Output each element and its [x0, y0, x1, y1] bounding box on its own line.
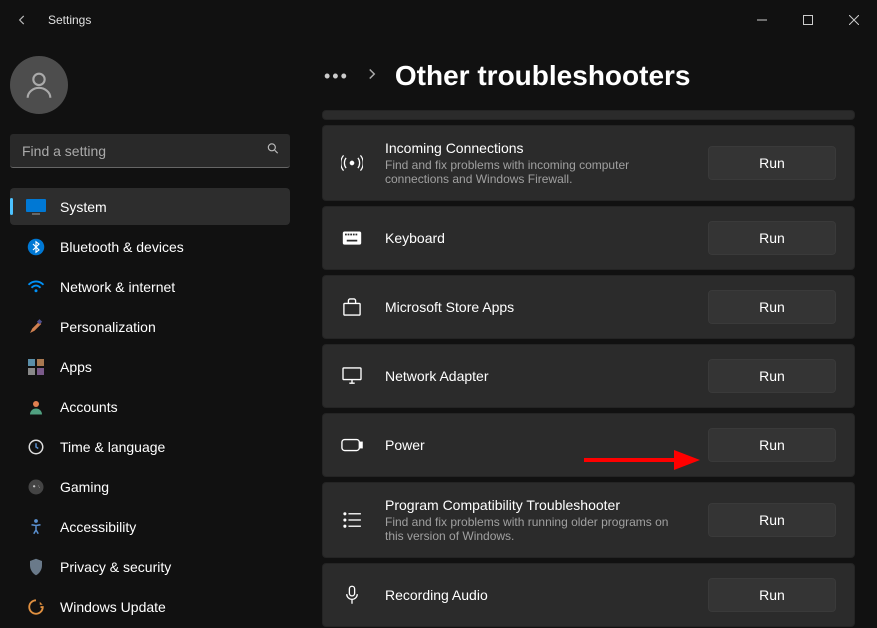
- sidebar-item-label: Apps: [60, 359, 92, 375]
- troubleshooter-title: Power: [385, 437, 708, 453]
- sidebar-item-system[interactable]: System: [10, 188, 290, 225]
- troubleshooter-desc: Find and fix problems with incoming comp…: [385, 158, 685, 186]
- sidebar-item-time[interactable]: Time & language: [10, 428, 290, 465]
- app-title: Settings: [48, 13, 91, 27]
- troubleshooter-store-apps: Microsoft Store Apps Run: [322, 275, 855, 339]
- page-title: Other troubleshooters: [395, 60, 691, 92]
- troubleshooter-program-compat: Program Compatibility Troubleshooter Fin…: [322, 482, 855, 558]
- accessibility-icon: [26, 517, 46, 537]
- shield-icon: [26, 557, 46, 577]
- troubleshooter-title: Keyboard: [385, 230, 708, 246]
- sidebar-item-apps[interactable]: Apps: [10, 348, 290, 385]
- maximize-button[interactable]: [785, 5, 831, 35]
- sidebar-item-privacy[interactable]: Privacy & security: [10, 548, 290, 585]
- list-icon: [341, 512, 363, 528]
- troubleshooter-title: Incoming Connections: [385, 140, 708, 156]
- breadcrumb: ••• Other troubleshooters: [324, 60, 853, 92]
- troubleshooter-power: Power Run: [322, 413, 855, 477]
- search-icon: [266, 142, 280, 161]
- sidebar: System Bluetooth & devices Network & int…: [0, 40, 300, 628]
- monitor-icon: [341, 367, 363, 385]
- minimize-button[interactable]: [739, 5, 785, 35]
- troubleshooter-desc: Find and fix problems with running older…: [385, 515, 685, 543]
- troubleshooter-incoming-connections: Incoming Connections Find and fix proble…: [322, 125, 855, 201]
- gaming-icon: [26, 477, 46, 497]
- apps-icon: [26, 357, 46, 377]
- sidebar-item-label: Gaming: [60, 479, 109, 495]
- run-button[interactable]: Run: [708, 290, 836, 324]
- avatar[interactable]: [10, 56, 68, 114]
- troubleshooter-title: Program Compatibility Troubleshooter: [385, 497, 708, 513]
- brush-icon: [26, 317, 46, 337]
- run-button[interactable]: Run: [708, 221, 836, 255]
- sidebar-item-label: Accounts: [60, 399, 118, 415]
- sidebar-item-label: Accessibility: [60, 519, 136, 535]
- wifi-icon: [26, 277, 46, 297]
- run-button[interactable]: Run: [708, 578, 836, 612]
- system-icon: [26, 197, 46, 217]
- bluetooth-icon: [26, 237, 46, 257]
- window-controls: [739, 5, 877, 35]
- title-bar: Settings: [0, 0, 877, 40]
- radio-waves-icon: [341, 154, 363, 172]
- account-icon: [26, 397, 46, 417]
- selection-indicator: [10, 198, 13, 215]
- close-button[interactable]: [831, 5, 877, 35]
- run-button[interactable]: Run: [708, 359, 836, 393]
- troubleshooter-title: Microsoft Store Apps: [385, 299, 708, 315]
- sidebar-item-network[interactable]: Network & internet: [10, 268, 290, 305]
- partial-row: [322, 110, 855, 120]
- sidebar-item-gaming[interactable]: Gaming: [10, 468, 290, 505]
- sidebar-item-label: System: [60, 199, 107, 215]
- sidebar-item-bluetooth[interactable]: Bluetooth & devices: [10, 228, 290, 265]
- main-content: ••• Other troubleshooters Incoming Conne…: [300, 40, 877, 628]
- microphone-icon: [341, 585, 363, 605]
- keyboard-icon: [341, 231, 363, 245]
- sidebar-item-update[interactable]: Windows Update: [10, 588, 290, 625]
- back-button[interactable]: [14, 12, 30, 28]
- run-button[interactable]: Run: [708, 428, 836, 462]
- troubleshooter-keyboard: Keyboard Run: [322, 206, 855, 270]
- sidebar-item-accounts[interactable]: Accounts: [10, 388, 290, 425]
- store-icon: [341, 298, 363, 316]
- run-button[interactable]: Run: [708, 146, 836, 180]
- update-icon: [26, 597, 46, 617]
- sidebar-item-accessibility[interactable]: Accessibility: [10, 508, 290, 545]
- sidebar-item-personalization[interactable]: Personalization: [10, 308, 290, 345]
- battery-icon: [341, 438, 363, 452]
- sidebar-item-label: Network & internet: [60, 279, 175, 295]
- sidebar-item-label: Time & language: [60, 439, 165, 455]
- sidebar-item-label: Bluetooth & devices: [60, 239, 184, 255]
- sidebar-item-label: Privacy & security: [60, 559, 171, 575]
- search-input[interactable]: [10, 134, 290, 168]
- chevron-right-icon: [367, 67, 377, 85]
- search-box[interactable]: [10, 134, 290, 168]
- breadcrumb-more[interactable]: •••: [324, 66, 349, 87]
- troubleshooter-title: Network Adapter: [385, 368, 708, 384]
- run-button[interactable]: Run: [708, 503, 836, 537]
- troubleshooter-title: Recording Audio: [385, 587, 708, 603]
- clock-icon: [26, 437, 46, 457]
- sidebar-item-label: Personalization: [60, 319, 156, 335]
- troubleshooter-recording-audio: Recording Audio Run: [322, 563, 855, 627]
- sidebar-item-label: Windows Update: [60, 599, 166, 615]
- troubleshooter-network-adapter: Network Adapter Run: [322, 344, 855, 408]
